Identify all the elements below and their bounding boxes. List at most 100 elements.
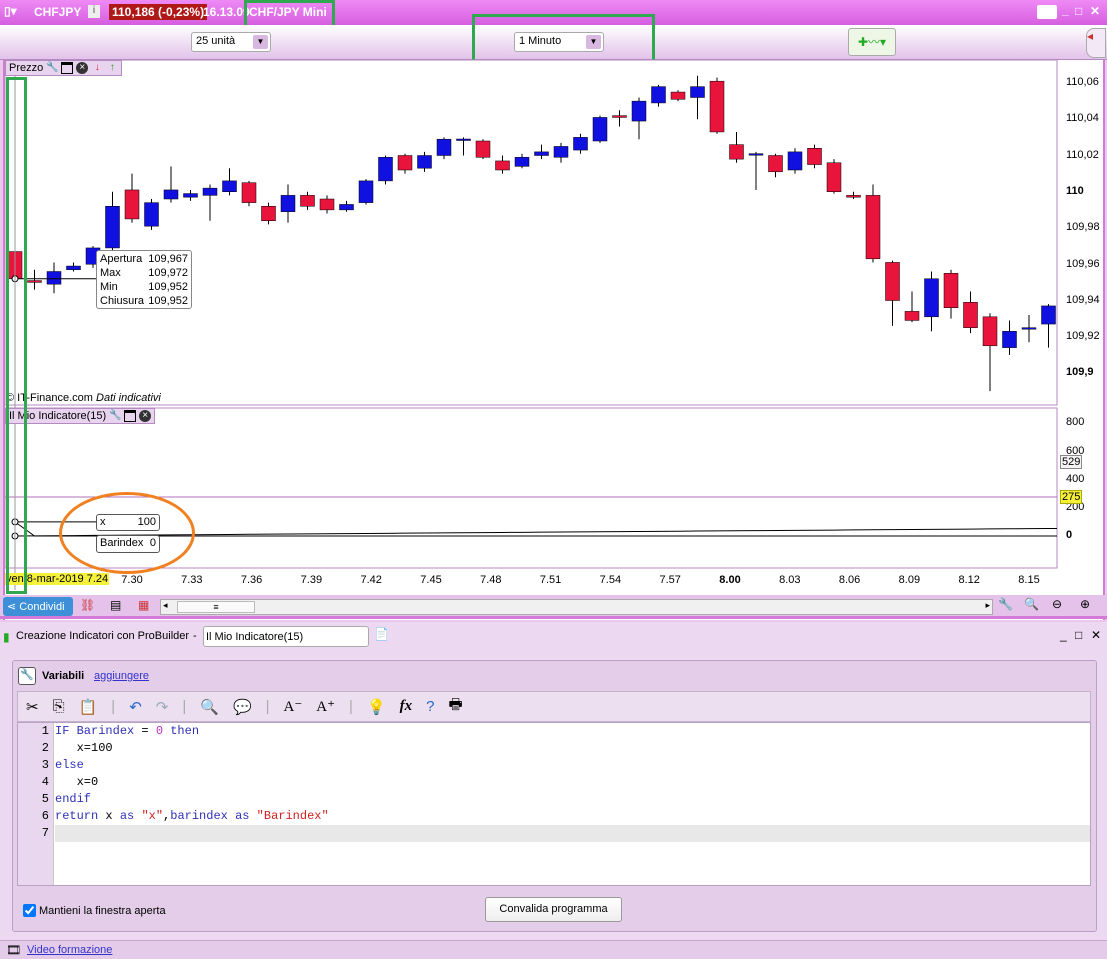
indicator-name-input[interactable]	[203, 626, 369, 647]
price-panel-tag: Prezzo 🔧 × ↓ ↑	[5, 60, 123, 76]
candle-down	[729, 144, 744, 160]
candle-down	[768, 155, 783, 173]
code-lines[interactable]: IF Barindex = 0 then x=100 else x=0 endi…	[18, 723, 1090, 842]
code-line[interactable]: x=0	[18, 774, 1090, 791]
video-icon: 🎞	[6, 943, 22, 957]
tooltip-value: 109,967	[148, 253, 188, 265]
wrench-icon[interactable]: 🔧	[46, 62, 58, 74]
keep-open-label: Mantieni la finestra aperta	[39, 904, 166, 917]
wrench-icon[interactable]: 🔧	[109, 410, 121, 422]
code-line[interactable]	[18, 825, 1090, 842]
window-icon[interactable]	[61, 62, 74, 74]
code-editor[interactable]: 1234567 IF Barindex = 0 then x=100 else …	[17, 722, 1091, 886]
wrench-icon[interactable]: 🔧	[18, 667, 36, 685]
copyright-text: © IT-Finance.com Dati indicativi	[6, 392, 161, 404]
candle-down	[27, 280, 42, 283]
search-icon[interactable]: 🔍	[200, 698, 219, 716]
zoom-out-icon[interactable]: ⊖	[1052, 597, 1062, 611]
notes-icon[interactable]: ▤	[110, 598, 121, 612]
time-label: 8.06	[838, 574, 861, 586]
time-label: 7.48	[480, 574, 502, 586]
candle-up	[631, 100, 647, 122]
candle-down	[885, 262, 900, 301]
undo-icon[interactable]: ↶	[129, 698, 142, 716]
candle-up	[573, 137, 588, 151]
candle-down	[904, 311, 920, 321]
code-line[interactable]: endif	[18, 791, 1090, 808]
decrease-font-icon[interactable]: A⁻	[284, 697, 303, 716]
candle-down	[319, 198, 335, 211]
code-line[interactable]: else	[18, 757, 1090, 774]
tooltip-key: Apertura	[100, 253, 143, 265]
minimize-button[interactable]: _	[1060, 628, 1067, 642]
candle-up	[183, 193, 198, 198]
chart-settings-icon[interactable]: 🔧	[998, 597, 1013, 611]
candle-down	[670, 91, 686, 100]
horizontal-scrollbar[interactable]: ◂ ≡ ▸	[160, 599, 993, 615]
candle-down	[475, 140, 491, 158]
scroll-right-icon[interactable]: ▸	[985, 600, 990, 611]
price-y-label: 110	[1066, 184, 1084, 197]
time-label: 7.54	[599, 574, 622, 586]
paste-icon[interactable]: 📋	[79, 698, 98, 716]
arrow-down-icon[interactable]: ↓	[91, 62, 103, 74]
tooltip-key: Min	[100, 281, 118, 293]
comment-icon[interactable]: 💬	[233, 698, 252, 716]
candle-down	[495, 160, 510, 171]
candle-up	[378, 157, 393, 182]
close-icon[interactable]: ×	[76, 62, 89, 74]
code-line[interactable]: x=100	[18, 740, 1090, 757]
candle-down	[612, 115, 627, 118]
function-icon[interactable]: fx	[400, 698, 413, 715]
redo-icon[interactable]: ↷	[156, 698, 169, 716]
scroll-left-icon[interactable]: ◂	[163, 600, 168, 611]
copy-icon[interactable]: ⎘	[53, 698, 65, 715]
auto-zoom-icon[interactable]: 🔍	[1024, 597, 1039, 611]
code-line[interactable]: IF Barindex = 0 then	[18, 723, 1090, 740]
help-icon[interactable]: ?	[426, 698, 434, 715]
maximize-button[interactable]: □	[1075, 628, 1082, 642]
help-doc-icon[interactable]: 📄	[374, 627, 389, 641]
arrow-up-icon[interactable]: ↑	[106, 62, 118, 74]
keep-open-checkbox[interactable]: Mantieni la finestra aperta	[23, 904, 166, 917]
chart-bottom-bar: ⋖ Condividi ⛓ ▤ ▦ ◂ ≡ ▸ 🔧 🔍 ⊖ ⊕	[0, 595, 1107, 619]
title-separator: -	[193, 630, 197, 642]
toolbar-divider: |	[349, 698, 353, 715]
variables-label: Variabili	[42, 670, 85, 682]
time-label: 8.03	[779, 574, 801, 586]
increase-font-icon[interactable]: A⁺	[316, 697, 335, 716]
code-line[interactable]: return x as "x",barindex as "Barindex"	[18, 808, 1090, 825]
keep-open-check[interactable]	[23, 904, 36, 917]
bricks-icon[interactable]: ▦	[138, 598, 149, 612]
print-icon[interactable]: 🖶	[448, 694, 462, 719]
candle-up	[534, 151, 549, 156]
close-icon[interactable]: ×	[139, 410, 152, 422]
tooltip-key: Max	[100, 267, 121, 279]
window-icon[interactable]	[124, 410, 137, 422]
indicator-y-label: 800	[1066, 416, 1085, 428]
toolbar-divider: |	[111, 698, 116, 715]
time-label: 8.00	[719, 574, 741, 586]
candle-up	[280, 195, 296, 212]
candle-up	[514, 157, 530, 167]
candle-up	[1002, 331, 1017, 348]
share-button[interactable]: ⋖ Condividi	[3, 597, 73, 616]
close-button[interactable]: ✕	[1091, 628, 1101, 642]
add-variable-link[interactable]: aggiungere	[94, 670, 149, 682]
chart-type-icon[interactable]: ⛓	[80, 598, 95, 612]
cut-icon[interactable]: ✂	[26, 698, 39, 716]
candle-down	[397, 155, 413, 171]
time-label: 7.51	[539, 574, 562, 586]
candle-down	[807, 148, 822, 165]
candle-up	[592, 117, 608, 142]
validate-program-button[interactable]: Convalida programma	[485, 897, 622, 922]
candle-up	[163, 189, 179, 200]
candle-up	[787, 151, 803, 171]
editor-toolbar: ✂ ⎘ 📋 | ↶ ↷ | 🔍 💬 | A⁻ A⁺ | 💡 fx? 🖶	[17, 691, 1091, 722]
scrollbar-thumb[interactable]: ≡	[177, 601, 255, 613]
lightbulb-icon[interactable]: 💡	[367, 698, 386, 716]
candle-down	[943, 273, 959, 308]
zoom-in-icon[interactable]: ⊕	[1080, 597, 1090, 611]
video-training-link[interactable]: Video formazione	[27, 944, 112, 956]
candle-up	[748, 153, 764, 156]
